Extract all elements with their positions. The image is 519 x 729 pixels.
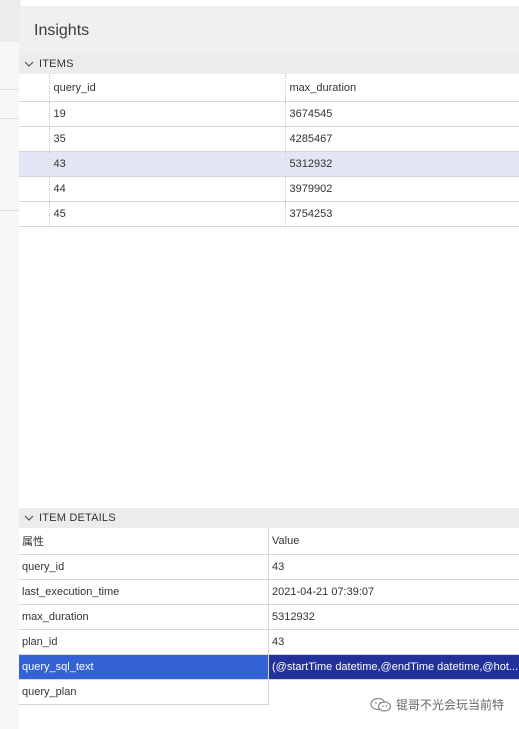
panel-header: Insights: [19, 6, 519, 54]
items-grid: query_id max_duration 19 3674545 35 4285…: [19, 75, 519, 227]
property-value[interactable]: 43: [268, 554, 519, 580]
cell-max-duration[interactable]: 3674545: [285, 101, 519, 127]
cell-max-duration[interactable]: 3754253: [285, 201, 519, 227]
panel-title: Insights: [34, 22, 90, 39]
property-name[interactable]: query_sql_text: [19, 654, 269, 680]
left-pane-divider: [0, 89, 19, 90]
cell-max-duration[interactable]: 5312932: [285, 151, 519, 177]
column-header-query-id[interactable]: query_id: [49, 75, 286, 102]
insights-panel: Insights ITEMS query_id max_duration 19 …: [19, 6, 519, 729]
row-header[interactable]: [19, 151, 50, 177]
item-details-section-label: ITEM DETAILS: [39, 512, 116, 524]
property-value[interactable]: 2021-04-21 07:39:07: [268, 579, 519, 605]
property-row-selected[interactable]: query_sql_text (@startTime datetime,@end…: [19, 654, 519, 680]
property-row[interactable]: plan_id 43: [19, 629, 519, 655]
left-pane-divider: [0, 210, 19, 211]
table-row-selected[interactable]: 43 5312932: [19, 151, 519, 177]
row-header[interactable]: [19, 201, 50, 227]
left-pane-divider: [0, 118, 19, 119]
property-name[interactable]: query_plan: [19, 679, 269, 705]
row-header[interactable]: [19, 126, 50, 152]
items-section-label: ITEMS: [39, 58, 74, 70]
cell-query-id[interactable]: 19: [49, 101, 286, 127]
property-value[interactable]: 43: [268, 629, 519, 655]
details-header-row: 属性 Value: [19, 528, 519, 555]
row-header[interactable]: [19, 101, 50, 127]
watermark-text: 锟哥不光会玩当前特: [396, 698, 505, 712]
left-pane-edge: [0, 0, 20, 729]
cell-query-id[interactable]: 44: [49, 176, 286, 202]
cell-query-id[interactable]: 45: [49, 201, 286, 227]
column-header-property[interactable]: 属性: [19, 528, 269, 555]
property-name[interactable]: last_execution_time: [19, 579, 269, 605]
wechat-icon: [370, 697, 392, 713]
cell-max-duration[interactable]: 4285467: [285, 126, 519, 152]
column-header-value[interactable]: Value: [268, 528, 519, 555]
cell-query-id[interactable]: 43: [49, 151, 286, 177]
row-header[interactable]: [19, 176, 50, 202]
cell-max-duration[interactable]: 3979902: [285, 176, 519, 202]
item-details-section-header[interactable]: ITEM DETAILS: [19, 508, 519, 528]
items-header-row: query_id max_duration: [19, 75, 519, 102]
table-row[interactable]: 19 3674545: [19, 101, 519, 127]
items-section-header[interactable]: ITEMS: [19, 54, 519, 74]
table-row[interactable]: 44 3979902: [19, 176, 519, 202]
column-header-max-duration[interactable]: max_duration: [285, 75, 519, 102]
table-row[interactable]: 35 4285467: [19, 126, 519, 152]
property-value[interactable]: 5312932: [268, 604, 519, 630]
item-details-grid: 属性 Value query_id 43 last_execution_time…: [19, 528, 519, 705]
property-value[interactable]: (@startTime datetime,@endTime datetime,@…: [268, 654, 519, 680]
property-name[interactable]: query_id: [19, 554, 269, 580]
table-row[interactable]: 45 3754253: [19, 201, 519, 227]
watermark: 锟哥不光会玩当前特: [370, 696, 504, 713]
property-row[interactable]: last_execution_time 2021-04-21 07:39:07: [19, 579, 519, 605]
property-name[interactable]: max_duration: [19, 604, 269, 630]
property-row[interactable]: max_duration 5312932: [19, 604, 519, 630]
row-header-corner: [19, 75, 50, 102]
chevron-down-icon[interactable]: [23, 512, 35, 524]
cell-query-id[interactable]: 35: [49, 126, 286, 152]
chevron-down-icon[interactable]: [23, 58, 35, 70]
left-pane-band: [0, 0, 19, 42]
property-name[interactable]: plan_id: [19, 629, 269, 655]
property-row[interactable]: query_id 43: [19, 554, 519, 580]
